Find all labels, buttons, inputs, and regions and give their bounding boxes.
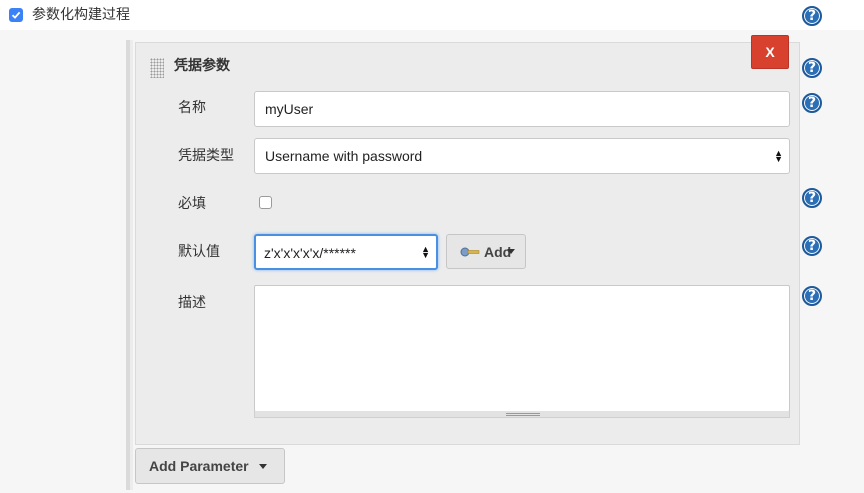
parameterized-build-checkbox[interactable] <box>9 8 23 22</box>
required-checkbox[interactable] <box>259 196 272 209</box>
description-label: 描述 <box>178 295 206 311</box>
add-parameter-label: Add Parameter <box>149 458 249 474</box>
credential-type-value: Username with password <box>265 148 423 164</box>
add-parameter-button[interactable]: Add Parameter <box>135 448 285 484</box>
select-arrows-icon: ▲ ▼ <box>774 148 783 164</box>
required-label: 必填 <box>178 196 206 212</box>
description-textarea[interactable] <box>254 285 790 412</box>
credential-type-select[interactable]: Username with password ▲ ▼ <box>254 138 790 174</box>
default-value-label: 默认值 <box>178 244 220 260</box>
help-icon[interactable]: ? <box>802 58 822 78</box>
caret-down-icon <box>258 463 267 469</box>
resize-grip-icon <box>506 413 540 416</box>
caret-down-icon <box>507 249 516 254</box>
help-icon[interactable]: ? <box>802 286 822 306</box>
name-input[interactable]: myUser <box>254 91 790 127</box>
key-icon <box>460 247 480 257</box>
help-icon[interactable]: ? <box>802 236 822 256</box>
panel-title: 凭据参数 <box>174 58 230 74</box>
select-arrows-icon: ▲ ▼ <box>421 244 430 260</box>
checkmark-icon <box>11 11 21 19</box>
default-value: z'x'x'x'x'x/****** <box>264 245 356 261</box>
add-credential-button[interactable]: Add <box>446 234 526 269</box>
drag-handle-icon[interactable] <box>150 58 164 78</box>
default-value-select[interactable]: z'x'x'x'x'x/****** ▲ ▼ <box>254 234 438 270</box>
parameterized-build-label: 参数化构建过程 <box>32 7 130 23</box>
help-icon[interactable]: ? <box>802 93 822 113</box>
help-icon[interactable]: ? <box>802 6 822 26</box>
credential-type-label: 凭据类型 <box>178 148 234 164</box>
name-label: 名称 <box>178 100 206 116</box>
delete-parameter-button[interactable]: X <box>751 35 789 69</box>
section-border-inner <box>130 40 133 490</box>
help-icon[interactable]: ? <box>802 188 822 208</box>
